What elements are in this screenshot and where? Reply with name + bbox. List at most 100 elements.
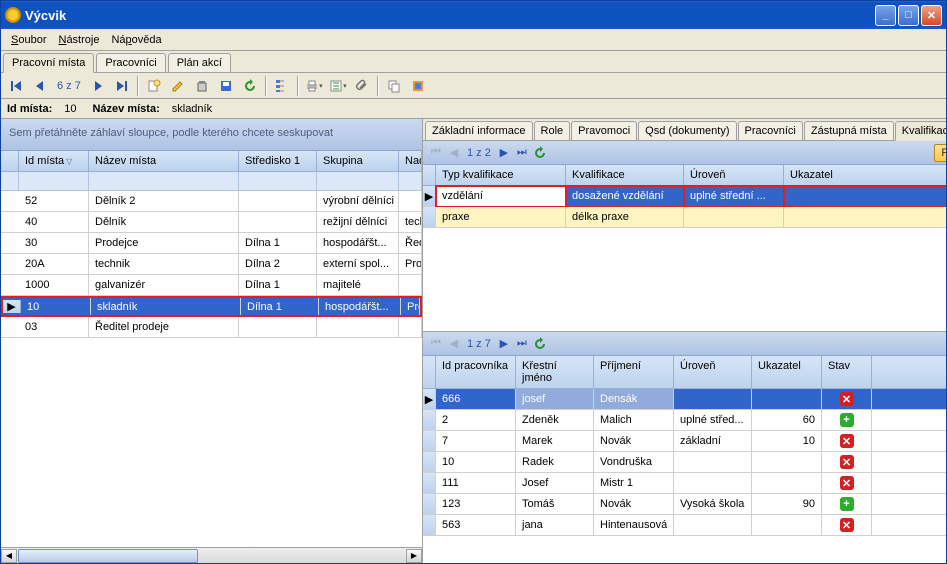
- info-id-value: 10: [64, 103, 76, 115]
- qual-row[interactable]: ▶vzdělánídosažené vzděláníuplné střední …: [423, 186, 946, 207]
- maximize-button[interactable]: □: [898, 5, 919, 26]
- prac-row[interactable]: 563janaHintenausová✕: [423, 515, 946, 536]
- col-ukazatel[interactable]: Ukazatel: [784, 165, 946, 186]
- qual-prev-icon[interactable]: ◀: [445, 144, 463, 162]
- subtab-5[interactable]: Zástupná místa: [804, 121, 894, 140]
- tab-plan-akci[interactable]: Plán akcí: [168, 53, 231, 72]
- filter-row[interactable]: [1, 172, 422, 191]
- col-uroven[interactable]: Úroveň: [684, 165, 784, 186]
- tab-pracovni-mista[interactable]: Pracovní místa: [3, 53, 94, 73]
- col-nazev[interactable]: Název místa: [89, 151, 239, 171]
- h-scrollbar[interactable]: ◀ ▶: [1, 547, 422, 563]
- menu-nastroje[interactable]: Nástroje: [52, 32, 105, 48]
- right-pane: Základní informaceRolePravomociQsd (doku…: [423, 119, 946, 563]
- left-grid-body[interactable]: 52Dělník 2výrobní dělníci40Dělníkrežijní…: [1, 191, 422, 547]
- tab-pracovnici[interactable]: Pracovníci: [96, 53, 165, 72]
- delete-icon[interactable]: [191, 75, 213, 97]
- table-row[interactable]: ▶10skladníkDílna 1hospodářšt...Prod: [1, 296, 422, 317]
- prac-position: 1 z 7: [463, 338, 495, 350]
- copy-icon[interactable]: [383, 75, 405, 97]
- subtab-6[interactable]: Kvalifikace: [895, 121, 946, 141]
- subtab-0[interactable]: Základní informace: [425, 121, 533, 140]
- col-kval[interactable]: Kvalifikace: [566, 165, 684, 186]
- qual-next-icon[interactable]: ▶: [495, 144, 513, 162]
- info-name-label: Název místa:: [92, 103, 159, 115]
- tree-icon[interactable]: [271, 75, 293, 97]
- qual-body[interactable]: ▶vzdělánídosažené vzděláníuplné střední …: [423, 186, 946, 331]
- info-bar: Id místa: 10 Název místa: skladník: [1, 99, 946, 119]
- toolbar: 6 z 7 ▾ ▾: [1, 73, 946, 99]
- prac-row[interactable]: 7MarekNovákzákladní10✕: [423, 431, 946, 452]
- app-window: Výcvik _ □ ✕ Soubor Nástroje Nápověda Pr…: [0, 0, 947, 564]
- prac-first-icon[interactable]: ⏮: [427, 335, 445, 353]
- col-nadr[interactable]: Nadř: [399, 151, 422, 171]
- print-icon[interactable]: ▾: [303, 75, 325, 97]
- scroll-left-icon[interactable]: ◀: [1, 549, 17, 563]
- scroll-thumb[interactable]: [18, 549, 198, 563]
- col-uroven-p[interactable]: Úroveň: [674, 356, 752, 389]
- prac-row[interactable]: 123TomášNovákVysoká škola90+: [423, 494, 946, 515]
- col-typ-kval[interactable]: Typ kvalifikace: [436, 165, 566, 186]
- prac-last-icon[interactable]: ⏭: [513, 335, 531, 353]
- table-row[interactable]: 1000galvanizérDílna 1majitelé: [1, 275, 422, 296]
- col-ukazatel-p[interactable]: Ukazatel: [752, 356, 822, 389]
- prac-nav: ⏮ ◀ 1 z 7 ▶ ⏭: [423, 332, 946, 356]
- prac-row[interactable]: 111JosefMistr 1✕: [423, 473, 946, 494]
- info-name-value: skladník: [172, 103, 212, 115]
- pracovnici-button[interactable]: Pracovníci: [934, 144, 946, 162]
- menu-soubor[interactable]: Soubor: [5, 32, 52, 48]
- nav-prev-icon[interactable]: [29, 75, 51, 97]
- prac-row[interactable]: 2ZdeněkMalichuplné střed...60+: [423, 410, 946, 431]
- table-row[interactable]: 40Dělníkrežijní dělnícitech: [1, 212, 422, 233]
- subtab-1[interactable]: Role: [534, 121, 571, 140]
- status-fail-icon: ✕: [840, 476, 854, 490]
- group-panel[interactable]: Sem přetáhněte záhlaví sloupce, podle kt…: [1, 119, 422, 151]
- qual-last-icon[interactable]: ⏭: [513, 144, 531, 162]
- subtab-3[interactable]: Qsd (dokumenty): [638, 121, 736, 140]
- qual-row[interactable]: praxedélka praxe1: [423, 207, 946, 228]
- nav-last-icon[interactable]: [111, 75, 133, 97]
- table-row[interactable]: 30ProdejceDílna 1hospodářšt...Ředi: [1, 233, 422, 254]
- nav-position: 6 z 7: [53, 80, 85, 92]
- col-krestni[interactable]: Křestní jméno: [516, 356, 594, 389]
- titlebar[interactable]: Výcvik _ □ ✕: [1, 1, 946, 29]
- top-tabs: Pracovní místa Pracovníci Plán akcí: [1, 51, 946, 73]
- col-id[interactable]: Id místa▽: [19, 151, 89, 171]
- nav-next-icon[interactable]: [87, 75, 109, 97]
- prac-prev-icon[interactable]: ◀: [445, 335, 463, 353]
- prac-next-icon[interactable]: ▶: [495, 335, 513, 353]
- subtab-4[interactable]: Pracovníci: [738, 121, 803, 140]
- qual-first-icon[interactable]: ⏮: [427, 144, 445, 162]
- attach-icon[interactable]: [351, 75, 373, 97]
- refresh-icon[interactable]: [239, 75, 261, 97]
- prac-body[interactable]: ▶666josefDensák✕2ZdeněkMalichuplné střed…: [423, 389, 946, 563]
- menubar: Soubor Nástroje Nápověda: [1, 29, 946, 51]
- col-stav[interactable]: Stav: [822, 356, 872, 389]
- export-icon[interactable]: ▾: [327, 75, 349, 97]
- edit-icon[interactable]: [167, 75, 189, 97]
- nav-first-icon[interactable]: [5, 75, 27, 97]
- menu-napoveda[interactable]: Nápověda: [105, 32, 167, 48]
- qual-refresh-icon[interactable]: [531, 144, 549, 162]
- col-stredisko[interactable]: Středisko 1: [239, 151, 317, 171]
- sub-tabs: Základní informaceRolePravomociQsd (doku…: [423, 119, 946, 141]
- tool-icon[interactable]: [407, 75, 429, 97]
- left-pane: Sem přetáhněte záhlaví sloupce, podle kt…: [1, 119, 423, 563]
- scroll-right-icon[interactable]: ▶: [406, 549, 422, 563]
- col-prijmeni[interactable]: Příjmení: [594, 356, 674, 389]
- save-icon[interactable]: [215, 75, 237, 97]
- table-row[interactable]: 52Dělník 2výrobní dělníci: [1, 191, 422, 212]
- col-id-prac[interactable]: Id pracovníka: [436, 356, 516, 389]
- subtab-2[interactable]: Pravomoci: [571, 121, 637, 140]
- prac-row[interactable]: ▶666josefDensák✕: [423, 389, 946, 410]
- col-skupina[interactable]: Skupina: [317, 151, 399, 171]
- prac-refresh-icon[interactable]: [531, 335, 549, 353]
- qual-header: Typ kvalifikace Kvalifikace Úroveň Ukaza…: [423, 165, 946, 186]
- table-row[interactable]: 03Ředitel prodeje: [1, 317, 422, 338]
- table-row[interactable]: 20AtechnikDílna 2externí spol...Prod: [1, 254, 422, 275]
- minimize-button[interactable]: _: [875, 5, 896, 26]
- window-title: Výcvik: [25, 8, 875, 23]
- close-button[interactable]: ✕: [921, 5, 942, 26]
- prac-row[interactable]: 10RadekVondruška✕: [423, 452, 946, 473]
- new-icon[interactable]: [143, 75, 165, 97]
